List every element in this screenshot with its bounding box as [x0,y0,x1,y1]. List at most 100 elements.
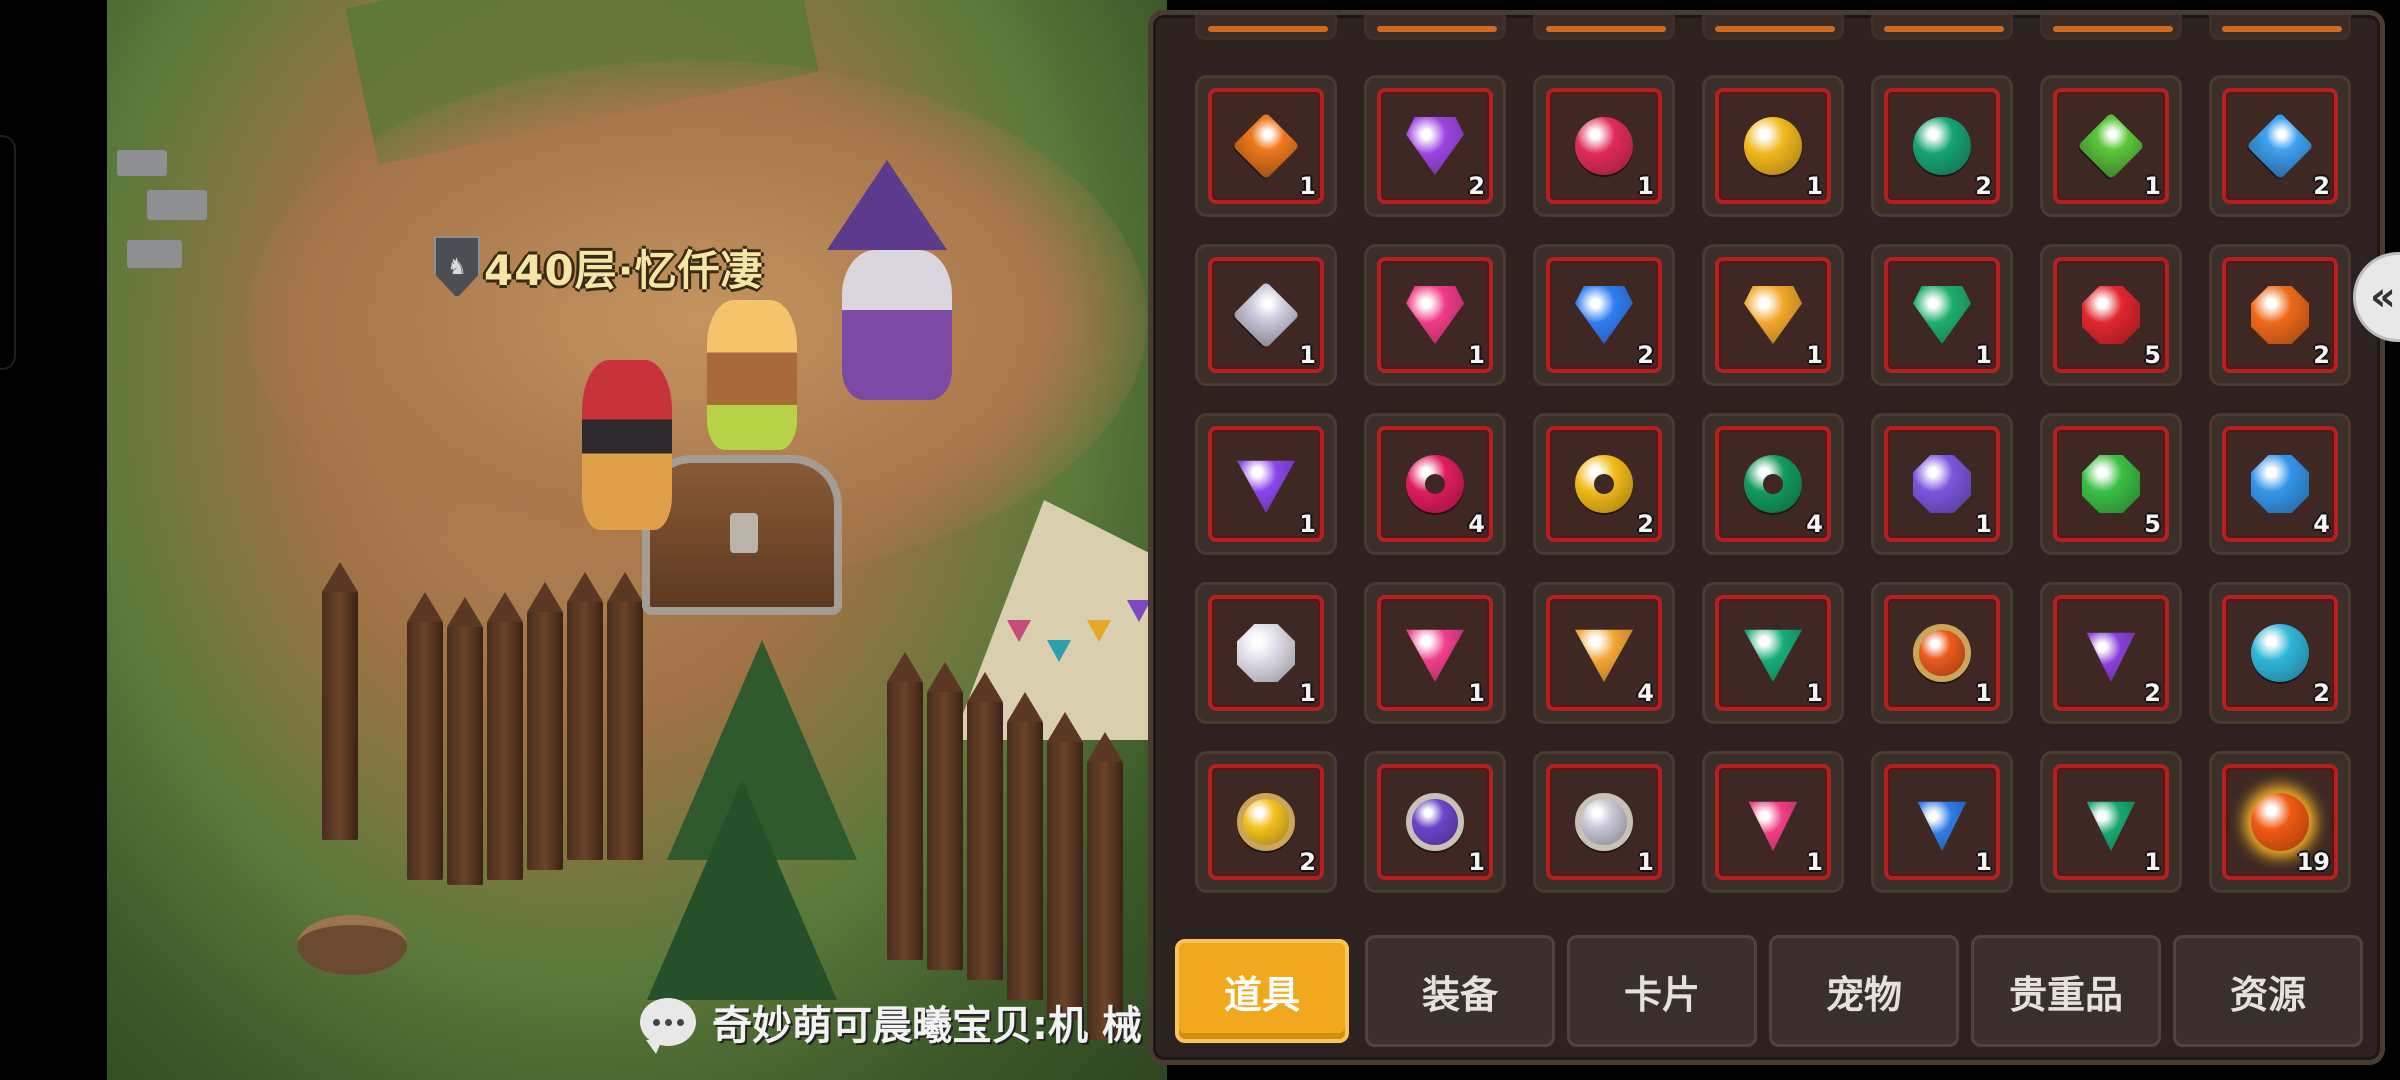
blonde-character[interactable] [707,300,797,450]
inventory-slot[interactable]: 2 [1364,75,1506,217]
inventory-slot[interactable]: 1 [1364,751,1506,893]
slot-frame: 5 [2053,257,2169,373]
inventory-slot[interactable]: 2 [1533,413,1675,555]
tab-valuables[interactable]: 贵重品 [1971,935,2161,1047]
inventory-slot-partial[interactable] [2209,15,2351,40]
inventory-slot[interactable]: 1 [1533,75,1675,217]
inventory-slot[interactable]: 5 [2040,413,2182,555]
inventory-slot-partial[interactable] [1871,15,2013,40]
inventory-slot[interactable]: 1 [1702,75,1844,217]
witch-character[interactable] [842,250,952,400]
tab-cards[interactable]: 卡片 [1567,935,1757,1047]
slot-frame: 2 [1208,764,1324,880]
orange-framed-gem-icon [1913,624,1971,682]
game-world-view[interactable]: ♞ 440层·忆仟凄 [107,0,1167,1080]
inventory-slot[interactable]: 1 [1702,244,1844,386]
inventory-slot[interactable]: 1 [1364,582,1506,724]
left-black-bar [0,0,107,1080]
inventory-slot[interactable]: 2 [2209,582,2351,724]
inventory-slot[interactable]: 1 [1702,751,1844,893]
inventory-slot[interactable]: 1 [2040,751,2182,893]
inventory-slot[interactable]: 4 [1702,413,1844,555]
silver-framed-gem-icon [1575,793,1633,851]
item-count: 1 [1975,848,1992,876]
tab-items[interactable]: 道具 [1175,939,1349,1043]
inventory-slot[interactable]: 1 [1195,244,1337,386]
purple-framed-gem-icon [1406,793,1464,851]
inventory-slot[interactable]: 4 [2209,413,2351,555]
inventory-slot[interactable]: 1 [1702,582,1844,724]
slot-frame: 1 [1208,88,1324,204]
tab-pets[interactable]: 宠物 [1769,935,1959,1047]
inventory-slot-partial[interactable] [2040,15,2182,40]
item-count: 1 [1468,341,1485,369]
tab-resources[interactable]: 资源 [2173,935,2363,1047]
fence-post [607,572,643,860]
slot-frame: 1 [1546,764,1662,880]
yellow-round-gem-icon [1744,117,1802,175]
slot-frame: 5 [2053,426,2169,542]
item-count: 1 [1975,341,1992,369]
pink-crowned-gem-icon [1748,801,1798,851]
inventory-slot[interactable]: 1 [1195,75,1337,217]
slot-frame: 2 [1546,257,1662,373]
chat-ticker[interactable]: 奇妙萌可晨曦宝贝:机 械 [640,992,1142,1054]
fence-post [567,572,603,860]
slot-frame: 1 [1715,595,1831,711]
partial-row-above [1195,15,2351,40]
red-hair-character[interactable] [582,360,672,530]
item-count: 1 [1299,341,1316,369]
inventory-slot[interactable]: 2 [1871,75,2013,217]
inventory-slot[interactable]: 1 [1195,413,1337,555]
item-count: 2 [1975,172,1992,200]
item-count: 1 [1637,848,1654,876]
item-count: 1 [1975,510,1992,538]
inventory-slot[interactable]: 2 [1195,751,1337,893]
inventory-slot-partial[interactable] [1195,15,1337,40]
green-crowned-gem-icon [2086,801,2136,851]
treasure-chest[interactable] [642,455,842,615]
inventory-slot[interactable]: 2 [1533,244,1675,386]
slot-frame: 1 [1377,764,1493,880]
inventory-slot[interactable]: 1 [1871,751,2013,893]
inventory-slot-partial[interactable] [1702,15,1844,40]
inventory-scroll-area[interactable]: 1 2 1 1 2 1 2 1 1 2 1 1 5 2 1 4 2 4 1 5 4 1 1 4 1 1 2 2 2 1 1 1 1 1 19 [1195,15,2375,900]
inventory-slot[interactable]: 1 [1195,582,1337,724]
inventory-slot[interactable]: 19 [2209,751,2351,893]
tab-equipment[interactable]: 装备 [1365,935,1555,1047]
item-count: 19 [2296,848,2330,876]
inventory-slot[interactable]: 2 [2209,244,2351,386]
slot-frame: 4 [1377,426,1493,542]
red-octagon-gem-icon [2082,286,2140,344]
stone [147,190,207,220]
inventory-slot[interactable]: 1 [1533,751,1675,893]
inventory-slot[interactable]: 1 [1871,244,2013,386]
inventory-slot[interactable]: 5 [2040,244,2182,386]
item-count: 1 [1806,341,1823,369]
pine-tree [647,780,837,1000]
tree-stump [297,915,407,975]
inventory-slot[interactable]: 1 [2040,75,2182,217]
side-handle[interactable] [0,135,16,370]
inventory-slot-partial[interactable] [1364,15,1506,40]
slot-frame: 1 [1208,426,1324,542]
item-count: 4 [1806,510,1823,538]
orange-octagon-gem-icon [2251,286,2309,344]
gold-ring-gem-icon [1575,455,1633,513]
inventory-slot[interactable]: 4 [1533,582,1675,724]
fence-post [527,582,563,870]
fence-post [447,597,483,885]
inventory-slot[interactable]: 1 [1871,582,2013,724]
inventory-slot[interactable]: 2 [2209,75,2351,217]
item-count: 2 [2313,172,2330,200]
slot-frame: 1 [2053,88,2169,204]
inventory-slot[interactable]: 1 [1871,413,2013,555]
inventory-slot[interactable]: 4 [1364,413,1506,555]
inventory-slot[interactable]: 1 [1364,244,1506,386]
inventory-slot[interactable]: 2 [2040,582,2182,724]
chat-bubble-icon [640,998,696,1054]
item-count: 1 [1299,510,1316,538]
item-count: 1 [1468,679,1485,707]
fence-post [887,652,923,960]
inventory-slot-partial[interactable] [1533,15,1675,40]
